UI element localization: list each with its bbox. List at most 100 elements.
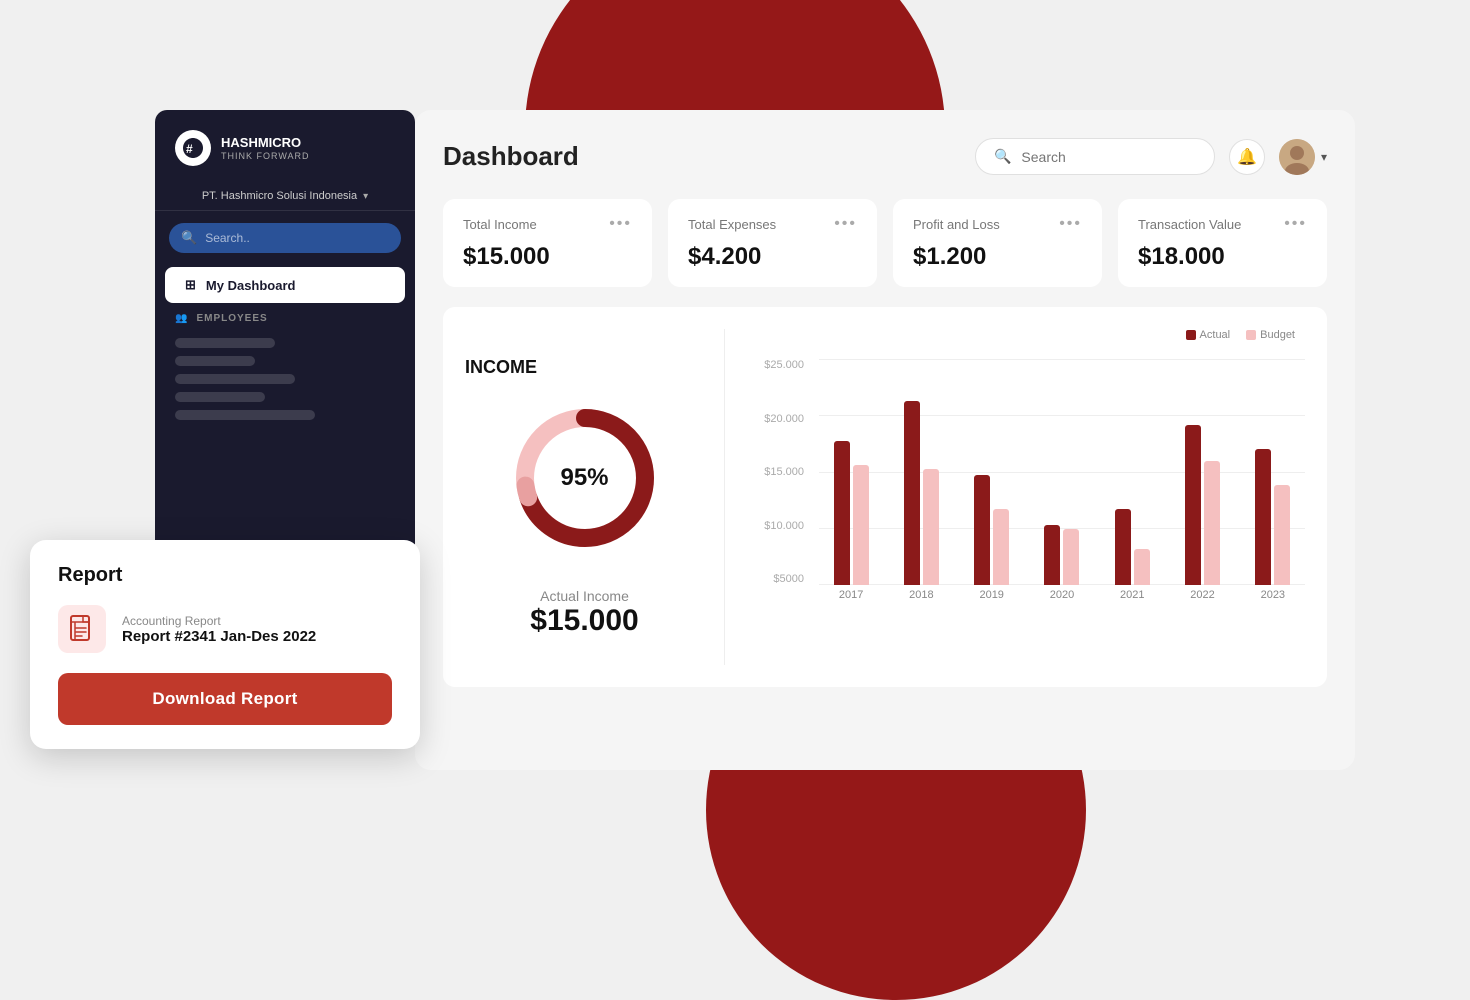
report-file-icon bbox=[58, 605, 106, 653]
bar-chart bbox=[819, 359, 1305, 585]
kpi-more-income[interactable]: ••• bbox=[609, 215, 632, 233]
bar-group bbox=[1241, 385, 1305, 585]
user-chevron-icon: ▾ bbox=[1321, 150, 1327, 164]
kpi-more-expenses[interactable]: ••• bbox=[834, 215, 857, 233]
bar-actual bbox=[1185, 425, 1201, 585]
bar-actual bbox=[1255, 449, 1271, 585]
dashboard-header: Dashboard 🔍 🔔 ▾ bbox=[443, 138, 1327, 175]
kpi-value-income: $15.000 bbox=[463, 243, 632, 271]
year-labels: 2017 2018 2019 2020 2021 2022 2023 bbox=[819, 589, 1305, 601]
kpi-card-profit: Profit and Loss ••• $1.200 bbox=[893, 199, 1102, 287]
employees-icon: 👥 bbox=[175, 313, 188, 324]
sidebar-logo: # HASHMICRO THINK FORWARD bbox=[155, 130, 415, 182]
chevron-down-icon: ▾ bbox=[363, 191, 368, 202]
search-icon: 🔍 bbox=[181, 230, 197, 246]
sidebar: # HASHMICRO THINK FORWARD PT. Hashmicro … bbox=[155, 110, 415, 570]
bar-actual bbox=[904, 401, 920, 585]
dashboard-icon: ⊞ bbox=[185, 277, 196, 293]
sidebar-skeleton-4 bbox=[175, 392, 265, 402]
sidebar-skeleton-1 bbox=[175, 338, 275, 348]
bar-budget bbox=[853, 465, 869, 585]
bar-budget bbox=[1274, 485, 1290, 585]
sidebar-skeleton-2 bbox=[175, 356, 255, 366]
sidebar-skeleton-3 bbox=[175, 374, 295, 384]
bar-group bbox=[889, 385, 953, 585]
report-card: Report Accounting Report Report #2341 Ja… bbox=[30, 540, 420, 749]
search-bar[interactable]: 🔍 bbox=[975, 138, 1215, 175]
bar-year-label: 2023 bbox=[1241, 589, 1305, 601]
search-input[interactable] bbox=[1021, 149, 1202, 165]
y-label-10000: $10.000 bbox=[749, 520, 804, 532]
sidebar-item-label: My Dashboard bbox=[206, 278, 296, 293]
donut-chart: 95% bbox=[505, 398, 665, 558]
bar-budget bbox=[1063, 529, 1079, 585]
kpi-label-expenses: Total Expenses bbox=[688, 217, 776, 232]
download-report-button[interactable]: Download Report bbox=[58, 673, 392, 725]
kpi-more-transaction[interactable]: ••• bbox=[1284, 215, 1307, 233]
report-file-name: Report #2341 Jan-Des 2022 bbox=[122, 628, 316, 645]
bar-group bbox=[960, 385, 1024, 585]
bar-budget bbox=[993, 509, 1009, 585]
kpi-label-income: Total Income bbox=[463, 217, 537, 232]
company-name: PT. Hashmicro Solusi Indonesia bbox=[202, 190, 357, 202]
kpi-cards-row: Total Income ••• $15.000 Total Expenses … bbox=[443, 199, 1327, 287]
income-section: INCOME 95% Actual Income $15.000 bbox=[443, 307, 1327, 687]
bar-budget bbox=[1204, 461, 1220, 585]
donut-percent: 95% bbox=[560, 464, 608, 492]
bar-year-label: 2021 bbox=[1100, 589, 1164, 601]
notification-button[interactable]: 🔔 bbox=[1229, 139, 1265, 175]
sidebar-item-dashboard[interactable]: ⊞ My Dashboard bbox=[165, 267, 405, 303]
bar-group bbox=[1030, 385, 1094, 585]
sidebar-search-input[interactable] bbox=[205, 231, 389, 245]
brand-tagline: THINK FORWARD bbox=[221, 151, 310, 161]
kpi-card-transaction: Transaction Value ••• $18.000 bbox=[1118, 199, 1327, 287]
bar-actual bbox=[834, 441, 850, 585]
bar-group bbox=[819, 385, 883, 585]
user-menu-button[interactable]: ▾ bbox=[1279, 139, 1327, 175]
bar-group bbox=[1170, 385, 1234, 585]
bar-year-label: 2020 bbox=[1030, 589, 1094, 601]
bar-group bbox=[1100, 385, 1164, 585]
actual-income-value: $15.000 bbox=[530, 604, 638, 638]
svg-text:#: # bbox=[186, 142, 193, 156]
logo-icon: # bbox=[175, 130, 211, 166]
y-label-20000: $20.000 bbox=[749, 413, 804, 425]
search-icon: 🔍 bbox=[994, 148, 1011, 165]
sidebar-search[interactable]: 🔍 bbox=[169, 223, 401, 253]
income-title: INCOME bbox=[465, 357, 537, 378]
y-label-5000: $5000 bbox=[749, 573, 804, 585]
income-left: INCOME 95% Actual Income $15.000 bbox=[465, 329, 725, 665]
kpi-more-profit[interactable]: ••• bbox=[1059, 215, 1082, 233]
kpi-value-transaction: $18.000 bbox=[1138, 243, 1307, 271]
report-file-info: Accounting Report Report #2341 Jan-Des 2… bbox=[122, 614, 316, 645]
report-file-type: Accounting Report bbox=[122, 614, 316, 628]
bar-actual bbox=[1044, 525, 1060, 585]
kpi-card-expenses: Total Expenses ••• $4.200 bbox=[668, 199, 877, 287]
avatar bbox=[1279, 139, 1315, 175]
y-label-25000: $25.000 bbox=[749, 359, 804, 371]
bar-actual bbox=[974, 475, 990, 585]
income-right: Actual Budget $25.000 $20.000 $15.000 $1… bbox=[725, 329, 1305, 665]
bar-year-label: 2018 bbox=[889, 589, 953, 601]
company-selector[interactable]: PT. Hashmicro Solusi Indonesia ▾ bbox=[155, 182, 415, 211]
y-label-15000: $15.000 bbox=[749, 466, 804, 478]
bell-icon: 🔔 bbox=[1237, 147, 1257, 167]
kpi-label-profit: Profit and Loss bbox=[913, 217, 1000, 232]
report-title: Report bbox=[58, 564, 392, 587]
sidebar-skeleton-5 bbox=[175, 410, 315, 420]
bar-year-label: 2019 bbox=[960, 589, 1024, 601]
sidebar-section-employees: 👥 EMPLOYEES bbox=[155, 303, 415, 330]
bar-year-label: 2022 bbox=[1170, 589, 1234, 601]
bar-year-label: 2017 bbox=[819, 589, 883, 601]
report-file-row: Accounting Report Report #2341 Jan-Des 2… bbox=[58, 605, 392, 653]
header-right: 🔍 🔔 ▾ bbox=[975, 138, 1327, 175]
main-dashboard-card: Dashboard 🔍 🔔 ▾ bbox=[415, 110, 1355, 770]
section-label: EMPLOYEES bbox=[196, 313, 267, 324]
bar-budget bbox=[923, 469, 939, 585]
page-title: Dashboard bbox=[443, 141, 579, 172]
kpi-value-profit: $1.200 bbox=[913, 243, 1082, 271]
kpi-value-expenses: $4.200 bbox=[688, 243, 857, 271]
bar-budget bbox=[1134, 549, 1150, 585]
bar-actual bbox=[1115, 509, 1131, 585]
kpi-label-transaction: Transaction Value bbox=[1138, 217, 1241, 232]
